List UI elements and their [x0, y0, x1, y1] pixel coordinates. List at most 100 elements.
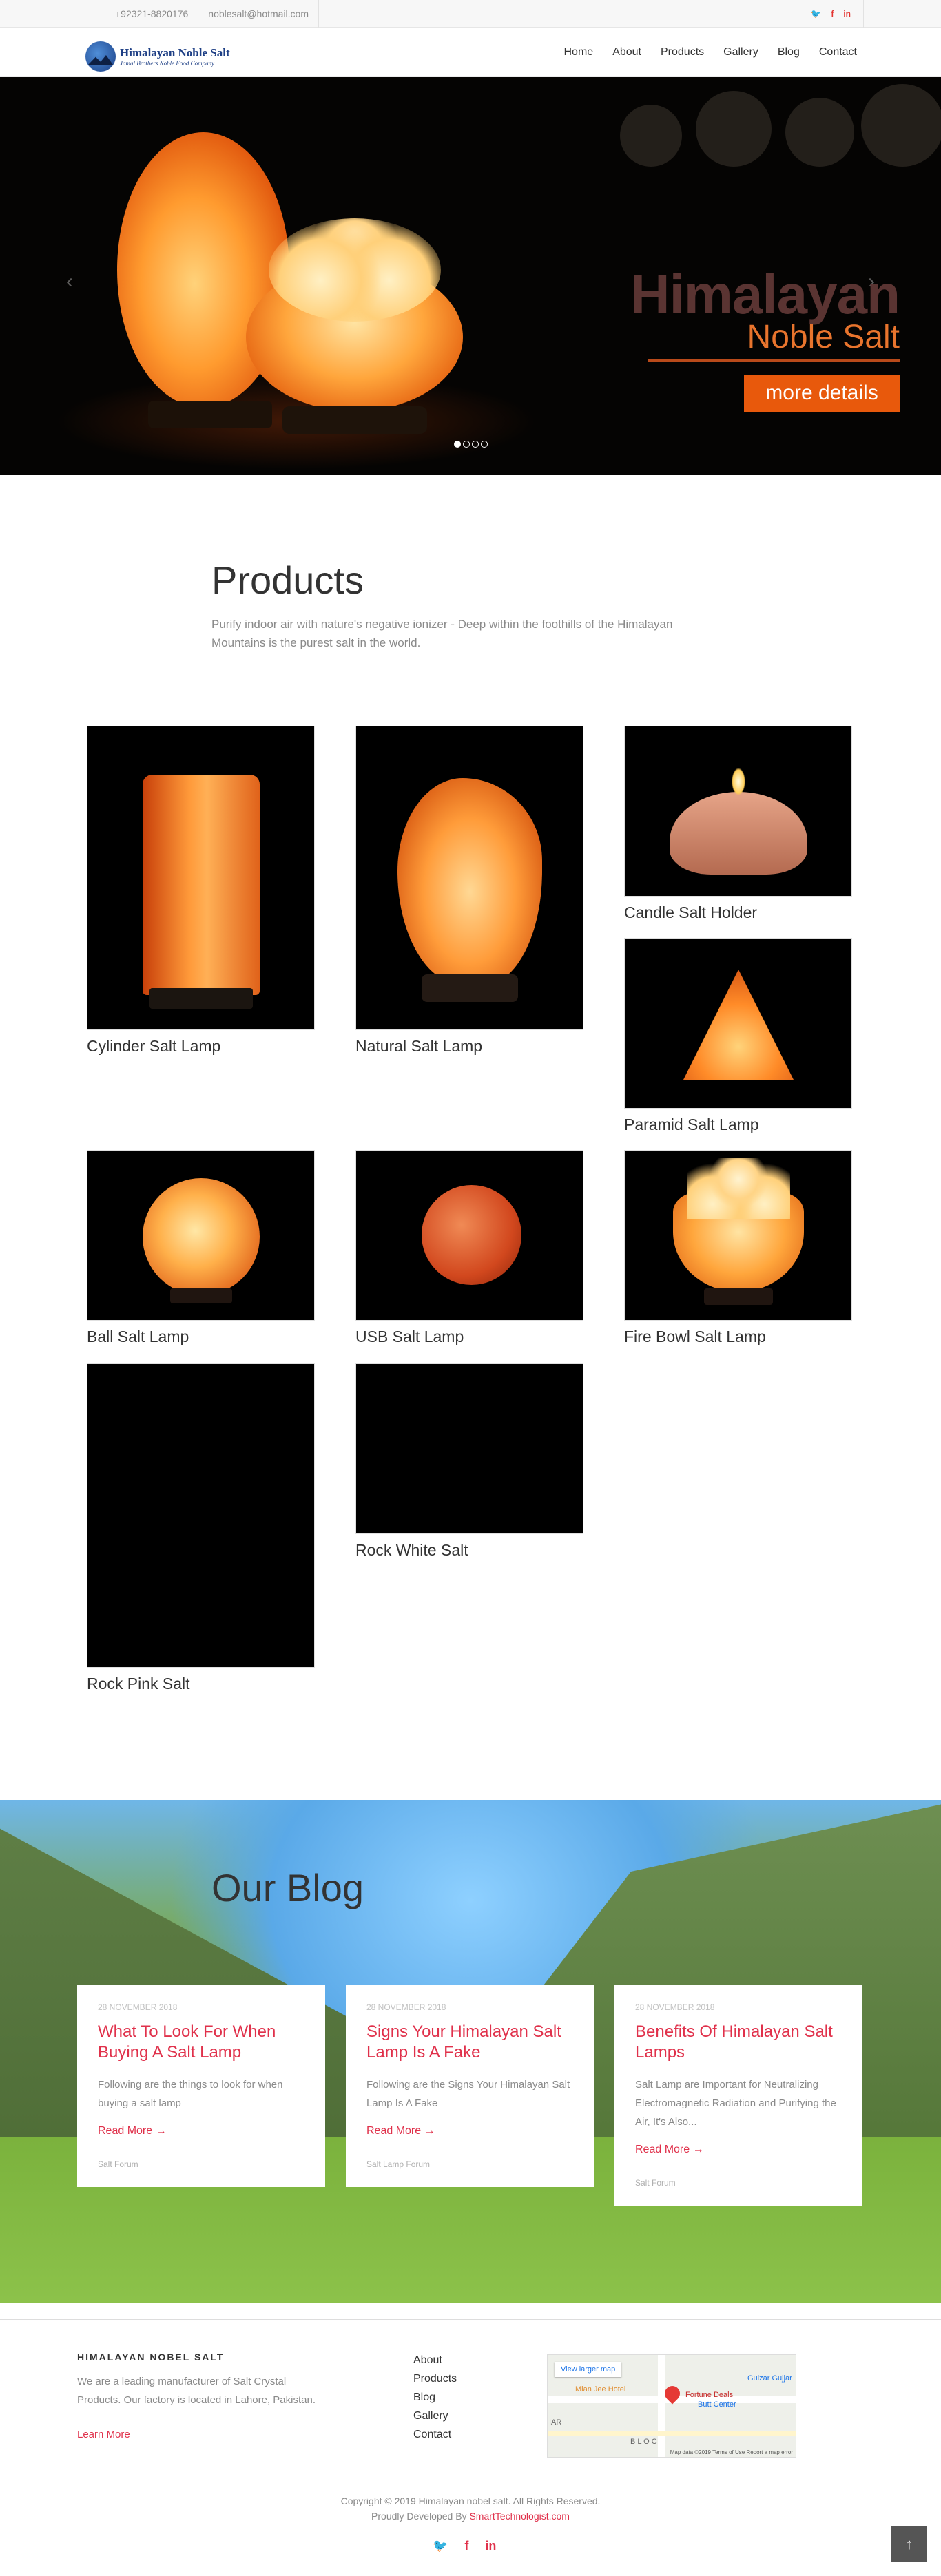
- hero-subtitle: Noble Salt: [747, 319, 900, 355]
- product-name[interactable]: Ball Salt Lamp: [87, 1328, 315, 1346]
- footer-about-text: We are a leading manufacturer of Salt Cr…: [77, 2376, 316, 2406]
- footer-social-links: 🐦 f in: [433, 2539, 496, 2553]
- product-name[interactable]: USB Salt Lamp: [355, 1328, 583, 1346]
- logo-title: Himalayan Noble Salt: [120, 46, 230, 59]
- blog-post-card: 28 NOVEMBER 2018 Signs Your Himalayan Sa…: [346, 1985, 594, 2187]
- products-description: Purify indoor air with nature's negative…: [211, 618, 673, 649]
- slider-dots: [454, 441, 488, 448]
- post-excerpt: Following are the Signs Your Himalayan S…: [366, 2079, 570, 2109]
- top-bar: +92321-8820176 noblesalt@hotmail.com 🐦 f…: [0, 0, 941, 28]
- linkedin-icon[interactable]: in: [485, 2539, 496, 2553]
- map-copyright: Map data ©2019 Terms of Use Report a map…: [670, 2449, 793, 2455]
- footer-link-products[interactable]: Products: [413, 2373, 457, 2385]
- top-social-links: 🐦 f in: [798, 0, 864, 28]
- blog-title: Our Blog: [211, 1866, 364, 1909]
- post-category[interactable]: Salt Forum: [635, 2178, 842, 2188]
- footer-link-contact[interactable]: Contact: [413, 2429, 457, 2441]
- product-image[interactable]: [624, 726, 852, 897]
- blog-section: Our Blog 28 NOVEMBER 2018 What To Look F…: [0, 1800, 941, 2303]
- product-image[interactable]: [355, 1363, 583, 1534]
- slider-dot[interactable]: [472, 441, 479, 448]
- map-label: IAR: [549, 2418, 562, 2427]
- product-card[interactable]: Fire Bowl Salt Lamp: [624, 1150, 852, 1346]
- slider-dot[interactable]: [481, 441, 488, 448]
- footer-link-blog[interactable]: Blog: [413, 2391, 457, 2404]
- developer-link[interactable]: SmartTechnologist.com: [469, 2511, 570, 2522]
- product-card[interactable]: Cylinder Salt Lamp: [87, 726, 315, 1056]
- product-image[interactable]: [355, 1150, 583, 1321]
- hero-salt-balls: [269, 218, 441, 322]
- nav-gallery[interactable]: Gallery: [723, 46, 758, 59]
- nav-contact[interactable]: Contact: [819, 46, 857, 59]
- post-category[interactable]: Salt Forum: [98, 2159, 304, 2169]
- product-image[interactable]: [355, 726, 583, 1030]
- product-image[interactable]: [87, 726, 315, 1030]
- post-title[interactable]: Benefits Of Himalayan Salt Lamps: [635, 2022, 842, 2063]
- product-name[interactable]: Paramid Salt Lamp: [624, 1116, 852, 1134]
- product-name[interactable]: Natural Salt Lamp: [355, 1037, 583, 1056]
- phone-link[interactable]: +92321-8820176: [105, 0, 198, 28]
- read-more-link[interactable]: Read More →: [366, 2125, 573, 2137]
- nav-about[interactable]: About: [612, 46, 641, 59]
- product-card[interactable]: Ball Salt Lamp: [87, 1150, 315, 1346]
- product-name[interactable]: Rock White Salt: [355, 1541, 583, 1560]
- product-card[interactable]: Rock White Salt: [355, 1363, 583, 1560]
- facebook-icon[interactable]: f: [831, 9, 834, 19]
- map-label: B L O C: [630, 2438, 657, 2446]
- scroll-to-top-button[interactable]: ↑: [891, 2526, 927, 2562]
- site-logo[interactable]: Himalayan Noble Salt Jamal Brothers Nobl…: [85, 41, 230, 72]
- email-link[interactable]: noblesalt@hotmail.com: [198, 0, 320, 28]
- post-excerpt: Salt Lamp are Important for Neutralizing…: [635, 2079, 836, 2128]
- product-image[interactable]: [624, 938, 852, 1109]
- post-date: 28 NOVEMBER 2018: [98, 2002, 178, 2012]
- product-card[interactable]: Natural Salt Lamp: [355, 726, 583, 1056]
- developed-by-text: Proudly Developed By: [371, 2511, 467, 2522]
- product-card[interactable]: Rock Pink Salt: [87, 1363, 315, 1693]
- site-header: Himalayan Noble Salt Jamal Brothers Nobl…: [0, 28, 941, 77]
- logo-tagline: Jamal Brothers Noble Food Company: [120, 60, 215, 67]
- linkedin-icon[interactable]: in: [843, 9, 851, 19]
- slider-prev-icon[interactable]: ‹: [66, 270, 73, 293]
- product-card[interactable]: Candle Salt Holder: [624, 726, 852, 922]
- slider-dot[interactable]: [454, 441, 461, 448]
- hero-title: Himalayan: [630, 264, 900, 325]
- more-details-button[interactable]: more details: [744, 375, 900, 412]
- post-category[interactable]: Salt Lamp Forum: [366, 2159, 573, 2169]
- nav-home[interactable]: Home: [564, 46, 594, 59]
- product-name[interactable]: Candle Salt Holder: [624, 903, 852, 922]
- hero-lamp-base: [148, 401, 272, 428]
- main-nav: Home About Products Gallery Blog Contact: [564, 28, 858, 77]
- product-image[interactable]: [87, 1150, 315, 1321]
- slider-dot[interactable]: [463, 441, 470, 448]
- products-title: Products: [211, 558, 364, 602]
- post-title[interactable]: What To Look For When Buying A Salt Lamp: [98, 2022, 304, 2063]
- post-title[interactable]: Signs Your Himalayan Salt Lamp Is A Fake: [366, 2022, 573, 2063]
- product-card[interactable]: Paramid Salt Lamp: [624, 938, 852, 1134]
- bokeh-light: [620, 105, 682, 167]
- site-footer: HIMALAYAN NOBEL SALT We are a leading ma…: [0, 2319, 941, 2576]
- bokeh-light: [696, 91, 772, 167]
- read-more-link[interactable]: Read More →: [635, 2144, 842, 2156]
- product-name[interactable]: Cylinder Salt Lamp: [87, 1037, 315, 1056]
- footer-link-gallery[interactable]: Gallery: [413, 2410, 457, 2422]
- hero-bowl-base: [282, 406, 427, 434]
- product-name[interactable]: Fire Bowl Salt Lamp: [624, 1328, 852, 1346]
- learn-more-link[interactable]: Learn More: [77, 2429, 130, 2440]
- product-image[interactable]: [87, 1363, 315, 1668]
- map-label: Mian Jee Hotel: [575, 2385, 626, 2394]
- copyright-text: Copyright © 2019 Himalayan nobel salt. A…: [340, 2495, 601, 2506]
- nav-products[interactable]: Products: [661, 46, 704, 59]
- product-name[interactable]: Rock Pink Salt: [87, 1675, 315, 1693]
- footer-link-about[interactable]: About: [413, 2354, 457, 2367]
- twitter-icon[interactable]: 🐦: [811, 9, 821, 19]
- product-card[interactable]: USB Salt Lamp: [355, 1150, 583, 1346]
- facebook-icon[interactable]: f: [464, 2539, 468, 2553]
- twitter-icon[interactable]: 🐦: [433, 2539, 448, 2553]
- map-label: Fortune Deals: [685, 2391, 734, 2399]
- location-map[interactable]: View larger map Mian Jee Hotel Fortune D…: [547, 2354, 796, 2458]
- product-image[interactable]: [624, 1150, 852, 1321]
- nav-blog[interactable]: Blog: [778, 46, 800, 59]
- view-larger-map-button[interactable]: View larger map: [555, 2362, 622, 2377]
- footer-heading: HIMALAYAN NOBEL SALT: [77, 2352, 225, 2363]
- read-more-link[interactable]: Read More →: [98, 2125, 304, 2137]
